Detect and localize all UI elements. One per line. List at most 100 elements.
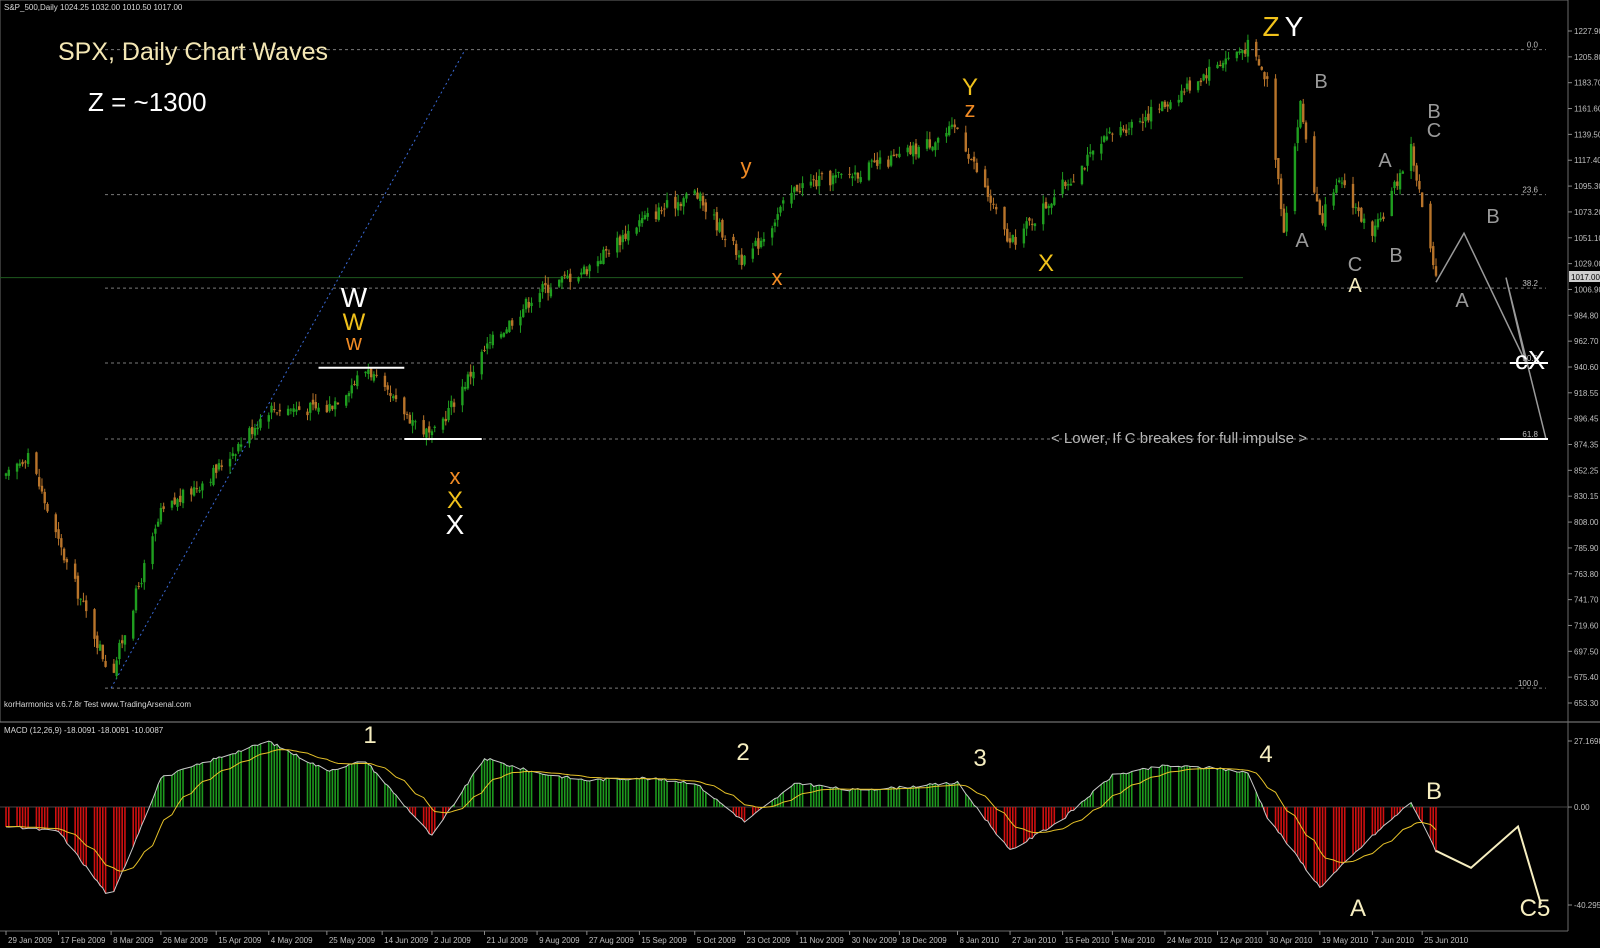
candle-body — [1379, 218, 1382, 221]
candle-body — [40, 485, 44, 492]
candle-body — [24, 461, 27, 463]
price-tick-label: 1117.40 — [1574, 156, 1600, 165]
candle-body — [925, 139, 929, 149]
projection-zigzag — [1435, 231, 1547, 440]
target-annotation: Z = ~1300 — [88, 87, 207, 117]
date-tick-label: 21 Jul 2009 — [487, 936, 529, 945]
candle-body — [618, 236, 622, 246]
watermark: korHarmonics v.6.7.8r Test www.TradingAr… — [4, 700, 191, 709]
candle-body — [1199, 80, 1203, 83]
candle-body — [295, 409, 298, 412]
candle-body — [867, 162, 871, 180]
candle-body — [120, 640, 124, 644]
candle-body — [286, 408, 290, 415]
candle-body — [275, 412, 279, 414]
candle-body — [325, 404, 329, 413]
candle-body — [934, 142, 937, 151]
candle-body — [181, 489, 185, 504]
candle-body — [663, 208, 666, 210]
candle-body — [895, 154, 898, 156]
candle-body — [375, 374, 378, 376]
candle-body — [1188, 80, 1192, 91]
candle-body — [798, 191, 802, 193]
date-tick-label: 19 May 2010 — [1322, 936, 1369, 945]
main-panel-frame — [0, 0, 1569, 723]
candle-body — [369, 368, 373, 378]
candle-body — [1163, 101, 1167, 108]
macd-tick-label: 0.00 — [1574, 803, 1590, 812]
wave-label: B — [1314, 71, 1327, 93]
candle-body — [4, 473, 8, 476]
macd-wave-label: C5 — [1520, 895, 1551, 922]
candle-body — [433, 426, 436, 428]
candle-body — [422, 420, 425, 435]
candle-body — [367, 369, 370, 374]
candle-body — [62, 548, 66, 561]
price-tick-label: 763.80 — [1574, 570, 1599, 579]
macd-wave-label: 2 — [736, 739, 749, 766]
price-tick-label: 1161.60 — [1574, 105, 1600, 114]
candle-body — [674, 196, 677, 209]
candle-body — [541, 284, 544, 292]
candle-body — [762, 238, 766, 242]
candle-body — [1006, 228, 1009, 242]
date-tick-label: 9 Aug 2009 — [539, 936, 580, 945]
candle-body — [331, 405, 334, 410]
candle-body — [1185, 83, 1189, 90]
candle-body — [1219, 64, 1222, 66]
candle-body — [1332, 192, 1335, 206]
wave-label: x — [772, 265, 783, 290]
candle-body — [779, 206, 782, 213]
candle-body — [566, 275, 569, 279]
candle-body — [1224, 58, 1227, 65]
date-tick-label: 25 Jun 2010 — [1424, 936, 1469, 945]
candle-body — [461, 386, 464, 406]
candle-body — [660, 210, 663, 212]
candle-body — [1069, 183, 1073, 186]
date-tick-label: 8 Mar 2009 — [113, 936, 154, 945]
date-tick-label: 15 Apr 2009 — [218, 936, 262, 945]
candle-body — [1108, 131, 1111, 134]
candle-body — [364, 371, 367, 374]
candle-body — [1351, 183, 1355, 208]
wave-label: y — [741, 154, 752, 179]
candle-body — [491, 334, 495, 346]
candle-body — [627, 230, 630, 241]
candle-body — [82, 600, 85, 602]
candle-body — [1102, 136, 1106, 142]
candle-body — [970, 159, 973, 161]
candle-body — [1324, 204, 1327, 227]
wave-label: A — [1455, 290, 1469, 312]
candle-body — [1033, 223, 1037, 227]
candle-body — [1318, 200, 1322, 215]
candle-body — [389, 393, 392, 396]
candle-body — [820, 173, 824, 175]
candle-body — [1415, 165, 1418, 181]
candle-body — [665, 200, 669, 208]
price-tick-label: 653.30 — [1574, 699, 1599, 708]
candle-body — [65, 559, 69, 563]
candle-body — [1205, 75, 1208, 79]
candle-body — [851, 176, 854, 179]
candle-body — [201, 483, 204, 491]
candle-body — [685, 193, 688, 199]
date-tick-label: 7 Jun 2010 — [1374, 936, 1414, 945]
candle-body — [1066, 184, 1070, 186]
date-tick-label: 17 Feb 2009 — [61, 936, 106, 945]
candle-body — [234, 454, 237, 456]
candle-body — [151, 536, 154, 565]
candle-body — [682, 198, 685, 207]
candle-body — [1227, 57, 1230, 59]
macd-label: MACD (12,26,9) -18.0091 -18.0091 -10.008… — [4, 726, 164, 735]
wave-label: B — [1486, 206, 1499, 228]
candle-body — [740, 254, 743, 266]
candle-body — [1083, 168, 1086, 170]
candle-body — [546, 284, 550, 293]
price-tick-label: 874.35 — [1574, 440, 1599, 449]
candle-body — [829, 170, 832, 186]
candle-body — [1393, 181, 1396, 189]
candle-body — [718, 222, 721, 232]
price-tick-label: 1073.20 — [1574, 208, 1600, 217]
wave-label: X — [446, 509, 465, 540]
candle-body — [1382, 216, 1385, 220]
